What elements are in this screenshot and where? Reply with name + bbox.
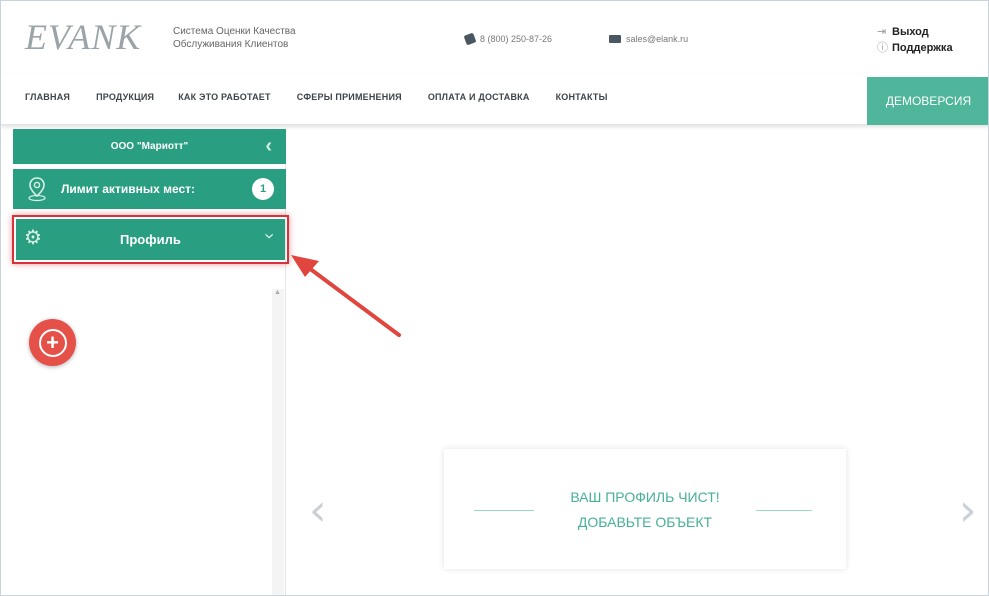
support-link[interactable]: ⓘ Поддержка [877, 40, 953, 56]
empty-message-line-2: ДОБАВЬТЕ ОБЪЕКТ [577, 514, 713, 530]
header: EVANK Система Оценки Качества Обслуживан… [1, 1, 988, 73]
tagline-line-2: Обслуживания Клиентов [173, 39, 289, 50]
email-address: sales@elank.ru [626, 34, 689, 44]
account-links: ⇥ Выход ⓘ Поддержка [877, 24, 953, 56]
nav-item-applications[interactable]: СФЕРЫ ПРИМЕНЕНИЯ [297, 92, 402, 102]
phone-icon [463, 32, 477, 46]
help-icon: ⓘ [877, 42, 888, 54]
profile-label: Профиль [120, 232, 181, 247]
logout-link[interactable]: ⇥ Выход [877, 24, 953, 40]
phone-number: 8 (800) 250-87-26 [480, 34, 553, 44]
demo-button[interactable]: ДЕМОВЕРСИЯ [867, 77, 988, 125]
company-name: ООО "Мариотт" [110, 141, 189, 152]
app-window: EVANK Система Оценки Качества Обслуживан… [0, 0, 989, 596]
nav-item-home[interactable]: ГЛАВНАЯ [25, 92, 70, 102]
company-header[interactable]: ООО "Мариотт" ‹ [13, 129, 286, 164]
logo-text: EVANK [25, 17, 142, 57]
location-pin-icon [28, 177, 46, 202]
empty-message-line-1: ВАШ ПРОФИЛЬ ЧИСТ! [570, 489, 720, 505]
active-places-limit: Лимит активных мест: 1 [13, 169, 286, 209]
add-object-button[interactable]: + [29, 319, 76, 366]
nav-item-how-it-works[interactable]: КАК ЭТО РАБОТАЕТ [178, 92, 270, 102]
profile-highlight: ⚙ Профиль › [12, 215, 289, 264]
next-arrow-icon[interactable]: › [959, 489, 977, 533]
tagline: Система Оценки Качества Обслуживания Кли… [173, 25, 296, 51]
divider-right [756, 510, 812, 511]
gear-icon: ⚙ [24, 227, 42, 249]
divider-left [474, 510, 534, 511]
email-contact[interactable]: sales@elank.ru [609, 34, 688, 44]
support-label: Поддержка [892, 42, 953, 54]
scroll-up-icon[interactable]: ▲ [274, 289, 281, 296]
main-nav: ГЛАВНАЯ ПРОДУКЦИЯ КАК ЭТО РАБОТАЕТ СФЕРЫ… [1, 73, 988, 125]
limit-count-badge: 1 [252, 178, 274, 200]
logo[interactable]: EVANK [25, 17, 155, 57]
mail-icon [609, 35, 621, 43]
nav-item-payment-delivery[interactable]: ОПЛАТА И ДОСТАВКА [428, 92, 530, 102]
tagline-line-1: Система Оценки Качества [173, 26, 296, 37]
plus-icon: + [38, 328, 67, 357]
sidebar-scrollbar[interactable]: ▲ [272, 289, 284, 595]
annotation-arrow [291, 255, 401, 337]
phone-contact[interactable]: 8 (800) 250-87-26 [463, 32, 553, 46]
collapse-chevron-icon[interactable]: ‹ [265, 136, 272, 156]
nav-items: ГЛАВНАЯ ПРОДУКЦИЯ КАК ЭТО РАБОТАЕТ СФЕРЫ… [25, 92, 608, 102]
limit-label: Лимит активных мест: [61, 182, 196, 196]
logout-label: Выход [892, 26, 929, 38]
expand-chevron-icon[interactable]: › [260, 233, 280, 239]
nav-item-contacts[interactable]: КОНТАКТЫ [556, 92, 608, 102]
empty-profile-card: ВАШ ПРОФИЛЬ ЧИСТ! ДОБАВЬТЕ ОБЪЕКТ [444, 449, 846, 569]
logout-icon: ⇥ [877, 26, 887, 38]
profile-menu-item[interactable]: ⚙ Профиль › [16, 219, 285, 260]
prev-arrow-icon[interactable]: ‹ [309, 489, 327, 533]
nav-item-products[interactable]: ПРОДУКЦИЯ [96, 92, 154, 102]
